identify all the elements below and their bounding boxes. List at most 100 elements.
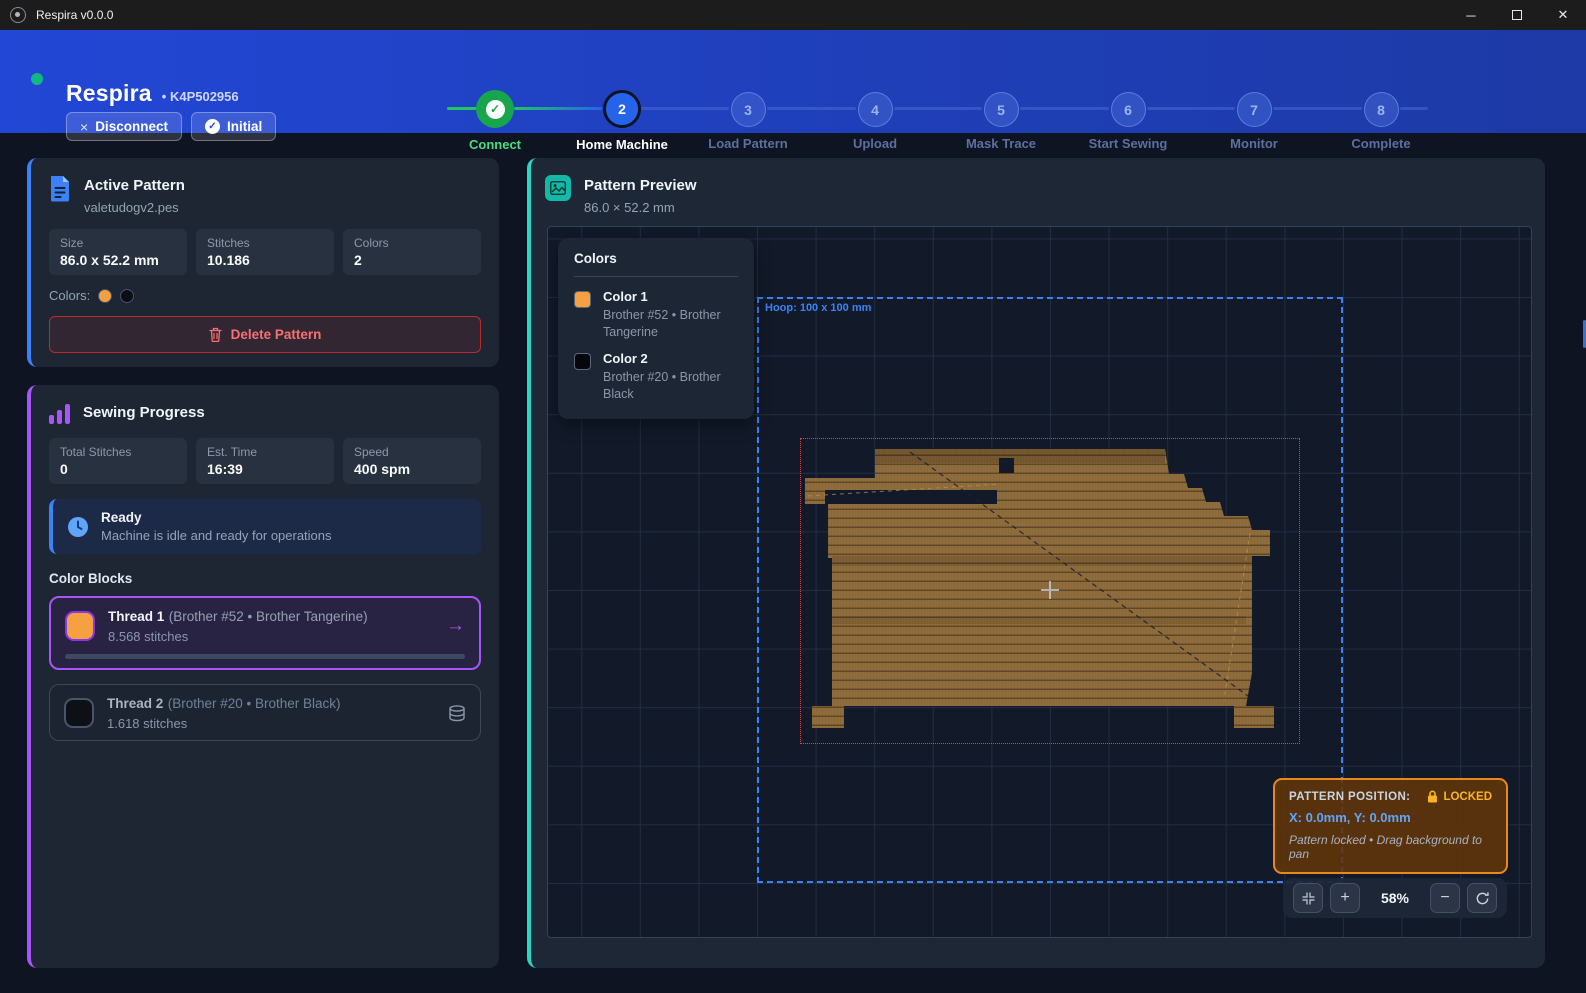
clock-icon [67, 516, 89, 538]
thread-1-card[interactable]: Thread 1 (Brother #52 • Brother Tangerin… [49, 596, 481, 670]
step-monitor-label: Monitor [1194, 136, 1314, 151]
stat-speed: Speed 400 spm [343, 438, 481, 484]
thread-2-text: Thread 2 (Brother #20 • Brother Black) 1… [107, 695, 341, 731]
titlebar: Respira v0.0.0 ─ ✕ [0, 0, 1586, 30]
arrow-right-icon: → [446, 615, 465, 637]
color-blocks-label: Color Blocks [49, 571, 481, 586]
step-home-machine-number: 2 [603, 90, 641, 128]
step-mask-trace-label: Mask Trace [941, 136, 1061, 151]
step-connect[interactable]: ✓ Connect [435, 90, 555, 152]
legend-divider [574, 276, 738, 277]
position-label: PATTERN POSITION: [1289, 791, 1410, 803]
step-complete-label: Complete [1321, 136, 1441, 151]
collapse-arrows-icon [1301, 891, 1316, 906]
step-monitor-number: 7 [1237, 92, 1272, 127]
legend-swatch-2 [574, 353, 591, 370]
step-start-sewing-label: Start Sewing [1068, 136, 1188, 151]
step-load-pattern[interactable]: 3 Load Pattern [688, 90, 808, 151]
step-mask-trace[interactable]: 5 Mask Trace [941, 90, 1061, 151]
thread-1-text: Thread 1 (Brother #52 • Brother Tangerin… [108, 608, 368, 644]
step-home-machine-label: Home Machine [562, 137, 682, 152]
step-complete-number: 8 [1364, 92, 1399, 127]
sewing-stats: Total Stitches 0 Est. Time 16:39 Speed 4… [49, 438, 481, 484]
position-hint: Pattern locked • Drag background to pan [1289, 833, 1492, 861]
zoom-level: 58% [1367, 890, 1423, 906]
pattern-dimensions: 86.0 × 52.2 mm [584, 200, 697, 215]
app-icon [10, 7, 26, 23]
active-pattern-title: Active Pattern [84, 175, 185, 194]
machine-status-box: Ready Machine is idle and ready for oper… [49, 499, 481, 554]
delete-pattern-button[interactable]: Delete Pattern [49, 316, 481, 353]
stat-est-time: Est. Time 16:39 [196, 438, 334, 484]
layers-stack-icon [448, 705, 466, 722]
step-upload-number: 4 [858, 92, 893, 127]
pattern-preview-titles: Pattern Preview 86.0 × 52.2 mm [584, 175, 697, 215]
pattern-colors-row: Colors: [49, 288, 481, 303]
fit-to-screen-button[interactable] [1293, 883, 1323, 913]
delete-pattern-label: Delete Pattern [231, 327, 322, 342]
maximize-button[interactable] [1494, 0, 1540, 30]
legend-swatch-1 [574, 291, 591, 308]
position-coords: X: 0.0mm, Y: 0.0mm [1289, 810, 1492, 825]
hoop-label: Hoop: 100 x 100 mm [765, 302, 871, 314]
active-pattern-titles: Active Pattern valetudogv2.pes [84, 175, 185, 215]
maximize-icon [1512, 10, 1522, 20]
active-pattern-header: Active Pattern valetudogv2.pes [31, 158, 499, 215]
step-connect-check-icon: ✓ [476, 90, 514, 128]
stat-total-stitches: Total Stitches 0 [49, 438, 187, 484]
thread-2-card[interactable]: Thread 2 (Brother #20 • Brother Black) 1… [49, 684, 481, 741]
pattern-preview-card: Pattern Preview 86.0 × 52.2 mm Hoop: 100… [527, 158, 1545, 968]
app-window: Respira v0.0.0 ─ ✕ Respira • K4P502956 ×… [0, 0, 1586, 993]
stat-stitches: Stitches 10.186 [196, 229, 334, 275]
pattern-position-overlay: PATTERN POSITION: LOCKED X: 0.0mm, Y: 0.… [1273, 778, 1508, 874]
bar-chart-icon [49, 402, 70, 424]
step-home-machine[interactable]: 2 Home Machine [562, 90, 682, 152]
step-load-pattern-label: Load Pattern [688, 136, 808, 151]
image-icon [545, 175, 571, 201]
stat-size: Size 86.0 x 52.2 mm [49, 229, 187, 275]
active-pattern-card: Active Pattern valetudogv2.pes Size 86.0… [27, 158, 499, 367]
step-start-sewing[interactable]: 6 Start Sewing [1068, 90, 1188, 151]
pattern-stats: Size 86.0 x 52.2 mm Stitches 10.186 Colo… [49, 229, 481, 275]
step-connect-label: Connect [435, 137, 555, 152]
colors-legend: Colors Color 1 Brother #52 • Brother Tan… [558, 238, 754, 419]
step-mask-trace-number: 5 [984, 92, 1019, 127]
reset-view-button[interactable] [1467, 883, 1497, 913]
minimize-button[interactable]: ─ [1448, 0, 1494, 30]
color-dot-black [120, 289, 134, 303]
status-title: Ready [101, 510, 332, 525]
workflow-stepper: ✓ Connect 2 Home Machine 3 Load Pattern … [0, 30, 1586, 133]
step-upload[interactable]: 4 Upload [815, 90, 935, 151]
zoom-controls: + 58% − [1283, 878, 1507, 918]
lock-icon [1427, 790, 1438, 803]
thread-2-swatch [64, 698, 94, 728]
step-load-pattern-number: 3 [731, 92, 766, 127]
legend-entry-color1: Color 1 Brother #52 • Brother Tangerine [574, 289, 738, 341]
step-start-sewing-number: 6 [1111, 92, 1146, 127]
sewing-progress-header: Sewing Progress [31, 385, 499, 424]
zoom-out-button[interactable]: − [1430, 883, 1460, 913]
sewing-progress-card: Sewing Progress Total Stitches 0 Est. Ti… [27, 385, 499, 968]
preview-canvas[interactable]: Hoop: 100 x 100 mm [547, 226, 1532, 938]
step-monitor[interactable]: 7 Monitor [1194, 90, 1314, 151]
thread-2-row: Thread 2 (Brother #20 • Brother Black) 1… [64, 695, 466, 731]
sewing-progress-title: Sewing Progress [83, 402, 205, 424]
window-title: Respira v0.0.0 [36, 8, 113, 22]
active-pattern-filename: valetudogv2.pes [84, 200, 185, 215]
zoom-in-button[interactable]: + [1330, 883, 1360, 913]
locked-badge: LOCKED [1427, 790, 1492, 803]
machine-status-text: Ready Machine is idle and ready for oper… [101, 510, 332, 543]
legend-title: Colors [574, 251, 738, 266]
pattern-preview-header: Pattern Preview 86.0 × 52.2 mm [531, 158, 1545, 215]
stat-colors: Colors 2 [343, 229, 481, 275]
color-dot-orange [98, 289, 112, 303]
step-complete[interactable]: 8 Complete [1321, 90, 1441, 151]
thread-1-row: Thread 1 (Brother #52 • Brother Tangerin… [65, 608, 465, 644]
legend-entry-color2: Color 2 Brother #20 • Brother Black [574, 351, 738, 403]
file-icon [49, 175, 71, 215]
thread-1-swatch [65, 611, 95, 641]
window-controls: ─ ✕ [1448, 0, 1586, 30]
refresh-icon [1475, 891, 1490, 906]
center-crosshair-icon [1041, 581, 1059, 599]
close-button[interactable]: ✕ [1540, 0, 1586, 30]
